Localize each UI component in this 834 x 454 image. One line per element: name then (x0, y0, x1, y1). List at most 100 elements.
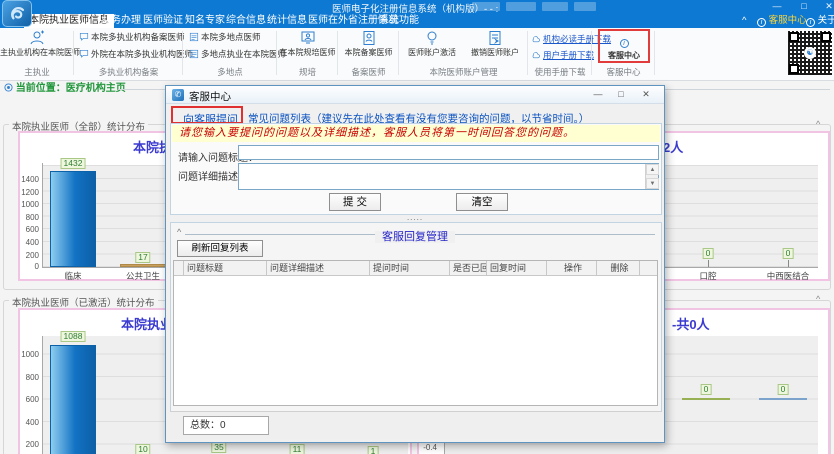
service-center-titlebar-button[interactable]: i 客服中心 (757, 15, 807, 27)
chart-title-fragment: ）-共0人 (659, 314, 710, 333)
cloud-download-icon (531, 34, 541, 44)
hospital-multi-org-record-physicians-button[interactable]: 本院多执业机构备案医师 (79, 32, 185, 42)
user-manual-download-link[interactable]: 用户手册下载 (531, 50, 594, 60)
group-label: 使用手册下载 (528, 66, 592, 78)
ribbon-group-multi-org-record: 本院多执业机构备案医师 外院在本院多执业机构医师 多执业机构备案 (74, 28, 183, 80)
y-tick: 800 (15, 373, 39, 382)
y-tick: 1000 (15, 200, 39, 209)
app-logo-icon (2, 0, 32, 27)
y-tick: 1000 (15, 350, 39, 359)
column-header[interactable]: 问题详细描述 (267, 261, 370, 275)
clear-button[interactable]: 清空 (456, 193, 508, 211)
tab-system-functions[interactable]: 系统功能 (374, 14, 424, 28)
question-title-input[interactable] (238, 145, 659, 160)
monitor-person-icon (300, 30, 316, 46)
dialog-close-button[interactable]: ✕ (636, 88, 656, 101)
service-center-button[interactable]: i 客服中心 (596, 31, 652, 61)
point-value-label: 0 (778, 384, 789, 395)
notice-banner: 请您输入要提问的问题以及详细描述，客服人员将第一时间回答您的问题。 (172, 125, 660, 142)
ribbon-group-account-management: 医师账户激活 撤销医师账户 本院医师账户管理 (399, 28, 528, 80)
info-icon: i (757, 18, 766, 27)
training-physicians-button[interactable]: 在本院规培医师 (277, 30, 338, 58)
revoke-document-icon (487, 30, 503, 46)
scroll-up-icon[interactable]: ▲ (646, 164, 659, 175)
column-header[interactable]: 问题标题 (184, 261, 267, 275)
maximize-button[interactable]: □ (793, 0, 815, 12)
point-value-label: 0 (703, 248, 714, 259)
group-label: 本院医师账户管理 (399, 66, 528, 78)
breadcrumb: 当前位置：医疗机构主页 (4, 83, 126, 95)
y-axis (42, 163, 43, 267)
tick-mark (708, 260, 709, 267)
y-tick: 400 (15, 238, 39, 247)
scrollbar[interactable]: ▲ ▼ (645, 164, 658, 189)
divider (174, 275, 657, 276)
y-tick: 1200 (15, 188, 39, 197)
y-tick: -0.4 (413, 443, 437, 452)
annotation-highlight-box (171, 106, 243, 124)
ribbon-collapse-icon[interactable]: ^ (742, 15, 746, 27)
bar-clinical (50, 171, 96, 267)
reply-table: 问题标题 问题详细描述 提问时间 是否已回.. 回复时间 操作 删除 (173, 260, 658, 406)
x-category: 口腔 (699, 270, 716, 282)
bar-value-label: 1432 (61, 158, 86, 169)
group-label: 多地点 (183, 66, 277, 78)
question-desc-textarea[interactable]: ▲ ▼ (238, 163, 659, 190)
close-button[interactable]: ✕ (818, 0, 834, 12)
redacted-text (574, 2, 596, 11)
ribbon-group-multi-location: 本院多地点医师 多地点执业在本院医师 多地点 (183, 28, 277, 80)
panel-title: 本院执业医师（已激活）统计分布 (9, 295, 158, 309)
list-icon (189, 49, 199, 59)
column-header[interactable]: 是否已回.. (450, 261, 487, 275)
submit-button[interactable]: 提 交 (329, 193, 381, 211)
y-tick: 0 (15, 262, 39, 271)
hospital-record-physicians-button[interactable]: 本院备案医师 (338, 30, 399, 58)
refresh-reply-list-button[interactable]: 刷新回复列表 (177, 240, 263, 257)
service-center-dialog: ✆ 客服中心 — □ ✕ 向客服提问 常见问题列表（建议先在此处查看有没有您要咨… (165, 85, 665, 443)
collapse-caret-icon[interactable]: ^ (816, 119, 820, 129)
external-multi-org-physicians-button[interactable]: 外院在本院多执业机构医师 (79, 49, 193, 59)
dialog-minimize-button[interactable]: — (588, 88, 608, 101)
about-button[interactable]: i 关于 (806, 15, 834, 27)
revoke-physician-account-button[interactable]: 撤销医师账户 (465, 30, 525, 58)
x-category: 临床 (64, 270, 81, 282)
y-tick: 200 (15, 440, 39, 449)
multi-location-in-hospital-button[interactable]: 多地点执业在本院医师 (189, 49, 286, 59)
activate-physician-account-button[interactable]: 医师账户激活 (403, 30, 461, 58)
column-header[interactable]: 回复时间 (487, 261, 547, 275)
group-label: 规培 (277, 66, 338, 78)
qr-corner (789, 32, 799, 42)
app-window: 医师电子化注册信息系统（机构版）- - : — □ ✕ 本院执业医师信息 业务办… (0, 0, 834, 454)
qr-code: ☯ (788, 31, 832, 75)
bar-activated-1 (50, 345, 96, 454)
ribbon-tab-row: 本院执业医师信息 业务办理 医师验证 知名专家 综合信息 统计信息 医师在外省注… (0, 13, 834, 28)
tick-mark (788, 260, 789, 267)
lightbulb-icon (424, 30, 440, 46)
scroll-down-icon[interactable]: ▼ (646, 178, 659, 189)
collapse-caret-icon[interactable]: ^ (816, 294, 820, 304)
y-tick: 600 (15, 395, 39, 404)
redacted-text (472, 2, 500, 11)
ribbon: 主执业机构在本院医师 主执业 本院多执业机构备案医师 外院在本院多执业机构医师 … (0, 28, 834, 81)
bar-value-label: 35 (211, 442, 226, 453)
splitter-handle[interactable]: ..... (166, 215, 664, 221)
qr-logo-icon: ☯ (804, 47, 816, 59)
dialog-maximize-button[interactable]: □ (611, 88, 631, 101)
bar-value-label: 11 (290, 444, 305, 454)
qr-corner (821, 32, 831, 42)
y-tick: 200 (15, 251, 39, 260)
chat-bubble-icon (79, 49, 89, 59)
person-add-icon (29, 30, 45, 46)
primary-practice-physicians-button[interactable]: 主执业机构在本院医师 (0, 30, 74, 58)
hospital-multi-location-physicians-button[interactable]: 本院多地点医师 (189, 32, 261, 42)
qr-corner (789, 64, 799, 74)
group-label: 多执业机构备案 (74, 66, 183, 78)
column-header[interactable]: 删除 (597, 261, 640, 275)
dialog-titlebar[interactable]: ✆ 客服中心 — □ ✕ (166, 86, 664, 104)
column-header[interactable]: 提问时间 (370, 261, 450, 275)
minimize-button[interactable]: — (766, 0, 788, 12)
cloud-download-icon (531, 50, 541, 60)
chart-title-fragment: 2人 (663, 137, 683, 156)
column-header[interactable]: 操作 (547, 261, 597, 275)
series-marker-green (682, 398, 730, 400)
